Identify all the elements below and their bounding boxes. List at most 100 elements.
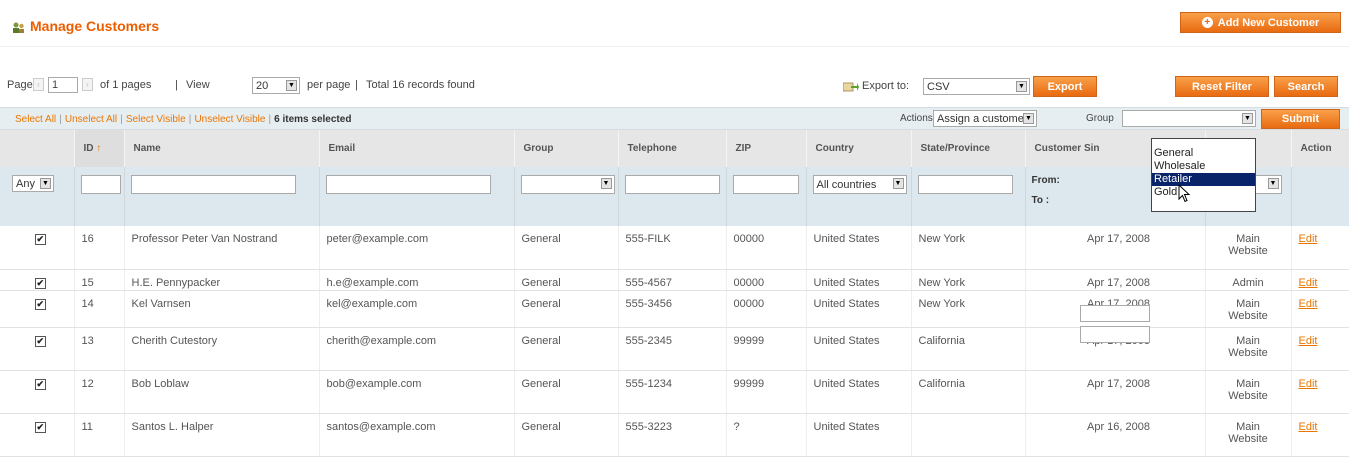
cell-email: santos@example.com: [326, 420, 436, 433]
id-filter-input[interactable]: [80, 175, 121, 194]
cell-customer-since: Apr 17, 2008: [1087, 233, 1150, 245]
table-row[interactable]: ✔ 15 H.E. Pennypacker h.e@example.com Genera…: [0, 269, 1349, 291]
row-checkbox[interactable]: ✔: [34, 277, 46, 289]
unselect-visible-link[interactable]: Unselect Visible: [194, 114, 265, 125]
cell-state: New York: [918, 276, 965, 289]
filter-row: Any ▼ ▼ All countries ▼ From: To : ▼: [0, 167, 1349, 343]
name-filter-input[interactable]: [130, 175, 296, 194]
cell-email: bob@example.com: [326, 377, 422, 390]
cell-website: Main Website: [1228, 233, 1268, 257]
divider: [0, 46, 1349, 47]
table-row[interactable]: ✔ 11 Santos L. Halper santos@example.com Gen…: [0, 413, 1349, 457]
customers-grid: ID ↑ Name Email Group Telephone ZIP Coun…: [0, 130, 1349, 457]
cell-zip: 99999: [733, 377, 765, 390]
prev-page-button[interactable]: ‹: [33, 78, 44, 91]
column-header-telephone[interactable]: Telephone: [618, 130, 727, 167]
massaction-filter-select[interactable]: Any ▼: [12, 175, 54, 192]
row-checkbox[interactable]: ✔: [34, 378, 46, 390]
row-checkbox[interactable]: ✔: [34, 421, 46, 433]
plus-icon: +: [1201, 17, 1213, 28]
cell-email: peter@example.com: [326, 233, 429, 245]
date-from-input[interactable]: [1080, 305, 1150, 322]
chevron-down-icon: ▼: [1016, 81, 1027, 92]
column-header-name[interactable]: Name: [124, 130, 320, 167]
row-checkbox[interactable]: ✔: [34, 335, 46, 347]
column-header-zip[interactable]: ZIP: [726, 130, 807, 167]
submit-button[interactable]: Submit: [1261, 109, 1340, 129]
cell-customer-since: Apr 16, 2008: [1087, 420, 1150, 433]
date-to-input[interactable]: [1080, 326, 1150, 343]
cell-name: Cherith Cutestory: [131, 334, 218, 347]
cell-name: H.E. Pennypacker: [131, 276, 221, 289]
separator: |: [59, 114, 62, 125]
cell-id: 14: [81, 297, 94, 310]
cell-telephone: 555-4567: [625, 276, 673, 289]
select-all-link[interactable]: Select All: [15, 114, 56, 125]
cell-name: Bob Loblaw: [131, 377, 190, 390]
state-filter-input[interactable]: [917, 175, 1013, 194]
group-option-gold[interactable]: Gold: [1152, 186, 1255, 199]
cell-action[interactable]: Edit: [1299, 298, 1318, 310]
row-checkbox[interactable]: ✔: [34, 298, 46, 310]
column-header-email[interactable]: Email: [319, 130, 515, 167]
group-label: Group: [1086, 113, 1114, 124]
page-number-input[interactable]: 1: [48, 77, 78, 93]
table-row[interactable]: ✔ 16 Professor Peter Van Nostrand peter@exa…: [0, 226, 1349, 270]
cell-website: Main Website: [1228, 297, 1268, 322]
cell-action[interactable]: Edit: [1299, 233, 1318, 245]
cell-telephone: 555-2345: [625, 334, 673, 347]
cell-website: Main Website: [1228, 334, 1268, 359]
cell-telephone: 555-FILK: [625, 233, 671, 245]
cell-state: New York: [918, 297, 965, 310]
chevron-down-icon: ▼: [1023, 113, 1034, 124]
country-filter-select[interactable]: All countries ▼: [812, 175, 907, 194]
column-header-action: Action: [1291, 130, 1349, 167]
email-filter-input[interactable]: [325, 175, 491, 194]
cell-action[interactable]: Edit: [1299, 421, 1318, 433]
column-header-massaction: [0, 130, 75, 167]
cell-group: General: [521, 233, 561, 245]
cell-country: United States: [813, 420, 880, 433]
per-page-select[interactable]: 20 ▼: [252, 77, 300, 94]
cell-state: California: [918, 334, 965, 347]
group-select[interactable]: ▼: [1122, 110, 1256, 127]
column-header-group[interactable]: Group: [514, 130, 619, 167]
reset-filter-button[interactable]: Reset Filter: [1175, 76, 1269, 97]
telephone-filter-input[interactable]: [624, 175, 720, 194]
add-new-customer-button[interactable]: + Add New Customer: [1180, 12, 1341, 33]
column-header-id[interactable]: ID ↑: [74, 130, 125, 167]
row-checkbox[interactable]: ✔: [34, 234, 46, 245]
cell-action[interactable]: Edit: [1299, 378, 1318, 390]
group-option-retailer[interactable]: Retailer: [1152, 173, 1255, 186]
cell-id: 11: [81, 420, 93, 433]
column-header-state[interactable]: State/Province: [911, 130, 1026, 167]
search-button[interactable]: Search: [1274, 76, 1338, 97]
cell-telephone: 555-1234: [625, 377, 673, 390]
group-option-general[interactable]: General: [1152, 147, 1255, 160]
cell-name: Kel Varnsen: [131, 297, 191, 310]
cell-zip: ?: [733, 420, 740, 433]
cell-email: kel@example.com: [326, 297, 418, 310]
cell-country: United States: [813, 334, 880, 347]
export-format-select[interactable]: CSV ▼: [923, 78, 1030, 95]
cell-zip: 00000: [733, 276, 765, 289]
actions-select[interactable]: Assign a custome ▼: [933, 110, 1037, 127]
export-button[interactable]: Export: [1033, 76, 1097, 97]
cell-website: Main Website: [1228, 420, 1268, 445]
column-header-country[interactable]: Country: [806, 130, 912, 167]
table-row[interactable]: ✔ 12 Bob Loblaw bob@example.com General 555-1…: [0, 370, 1349, 414]
zip-filter-input[interactable]: [732, 175, 799, 194]
cell-action[interactable]: Edit: [1299, 335, 1318, 347]
select-visible-link[interactable]: Select Visible: [126, 114, 186, 125]
group-dropdown-list[interactable]: General Wholesale Retailer Gold: [1151, 138, 1256, 212]
chevron-down-icon: ▼: [1242, 113, 1253, 124]
cell-country: United States: [813, 276, 880, 289]
unselect-all-link[interactable]: Unselect All: [65, 114, 117, 125]
next-page-button[interactable]: ›: [82, 78, 93, 91]
cell-id: 13: [81, 334, 94, 347]
group-option-wholesale[interactable]: Wholesale: [1152, 160, 1255, 173]
separator: |: [175, 79, 178, 91]
cell-email: cherith@example.com: [326, 334, 437, 347]
group-filter-select[interactable]: ▼: [520, 175, 615, 194]
cell-action[interactable]: Edit: [1299, 277, 1318, 289]
